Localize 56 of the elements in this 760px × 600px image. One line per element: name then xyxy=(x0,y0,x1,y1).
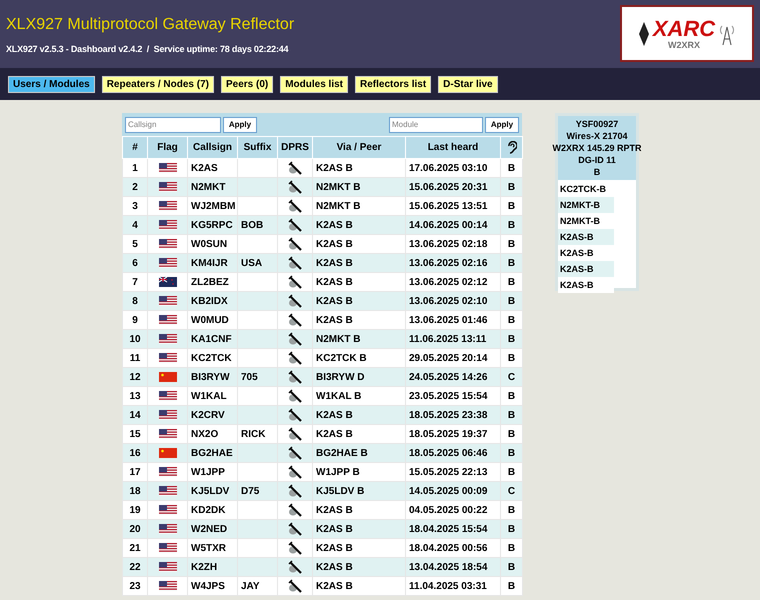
satellite-icon xyxy=(288,332,302,346)
satellite-icon xyxy=(288,446,302,460)
logo-callsign: W2XRX xyxy=(668,40,700,50)
satellite-icon xyxy=(288,294,302,308)
nav-tab[interactable]: Modules list xyxy=(280,76,348,92)
filter-field[interactable]: Callsign xyxy=(125,116,221,132)
table-cell: 11.04.2025 03:31 xyxy=(406,576,500,596)
logo-name: XARC xyxy=(652,18,716,40)
satellite-icon xyxy=(288,180,302,194)
module-user: K2AS-B xyxy=(558,261,614,277)
satellite-icon xyxy=(288,370,302,384)
satellite-icon xyxy=(288,541,302,555)
table-cell: JAY xyxy=(238,576,278,596)
apply-button[interactable]: Apply xyxy=(485,116,519,132)
nav-tab[interactable]: Peers (0) xyxy=(220,76,274,92)
satellite-icon xyxy=(288,256,302,270)
column-header: Last heard xyxy=(406,136,500,158)
nav-tab[interactable]: Repeaters / Nodes (7) xyxy=(102,76,214,92)
column-header: # xyxy=(122,136,148,158)
module-heading: YSF00927 xyxy=(576,118,618,130)
satellite-icon xyxy=(288,218,302,232)
satellite-icon xyxy=(288,503,302,517)
page-title: XLX927 Multiprotocol Gateway Reflector xyxy=(6,15,294,35)
filter-field[interactable]: Module xyxy=(389,116,483,132)
satellite-icon xyxy=(288,275,302,289)
satellite-icon xyxy=(288,522,302,536)
satellite-icon xyxy=(288,199,302,213)
satellite-icon xyxy=(288,484,302,498)
satellite-icon xyxy=(288,161,302,175)
module-user: K2AS-B xyxy=(558,229,614,245)
satellite-icon xyxy=(288,313,302,327)
module-heading: DG-ID 11 xyxy=(578,154,616,166)
module-heading: W2XRX 145.29 RPTR xyxy=(552,142,642,154)
module-user: N2MKT-B xyxy=(558,197,614,213)
table-cell: 23 xyxy=(122,576,148,596)
satellite-icon xyxy=(288,237,302,251)
satellite-icon xyxy=(288,408,302,422)
satellite-icon xyxy=(288,560,302,574)
satellite-icon xyxy=(288,427,302,441)
apply-button[interactable]: Apply xyxy=(223,116,257,132)
version-uptime: XLX927 v2.5.3 - Dashboard v2.4.2 / Service uptime: 78 days 02:22:44 xyxy=(6,43,290,56)
table-cell: K2AS B xyxy=(312,576,406,596)
module-heading: B xyxy=(594,166,600,178)
table-cell: B xyxy=(500,576,522,596)
nav-tab[interactable]: D-Star live xyxy=(438,76,498,92)
ear-icon xyxy=(506,141,516,154)
column-header: Via / Peer xyxy=(312,136,406,158)
satellite-icon xyxy=(288,389,302,403)
nav-tab[interactable]: Users / Modules xyxy=(8,76,95,92)
satellite-icon xyxy=(288,351,302,365)
module-heading: Wires-X 21704 xyxy=(566,130,628,142)
nav-tab[interactable]: Reflectors list xyxy=(355,76,432,92)
satellite-icon xyxy=(288,465,302,479)
table-cell: W4JPS xyxy=(188,576,238,596)
satellite-icon xyxy=(288,579,302,593)
diamond-icon xyxy=(638,22,649,46)
